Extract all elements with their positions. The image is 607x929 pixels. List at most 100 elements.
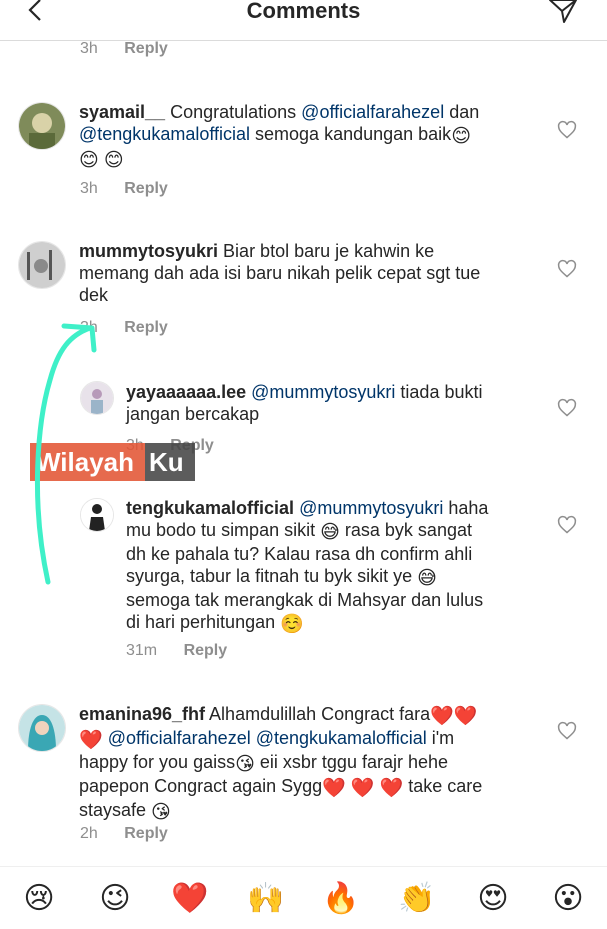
emoji-button-crying[interactable]: 😢: [19, 879, 59, 919]
comment-text-segment: di hari perhitungan: [126, 612, 281, 632]
comment-text-segment: tiada bukti: [395, 382, 483, 402]
comment-line: di hari perhitungan ☺️: [126, 611, 488, 635]
comment-text-segment: Alhamdulillah Congract fara: [205, 704, 431, 724]
comment-line: ❤️ @officialfarahezel @tengkukamaloffici…: [79, 727, 482, 751]
reply-button[interactable]: Reply: [124, 825, 168, 843]
comment-text-segment: semoga tak merangkak di Mahsyar dan lulu…: [126, 590, 484, 610]
emoji-button-heart[interactable]: ❤️: [170, 879, 210, 919]
comment-line: yayaaaaaa.lee @mummytosyukri tiada bukti: [126, 381, 482, 403]
avatar[interactable]: [18, 241, 66, 289]
avatar-mummytosyukri-icon: [19, 242, 65, 288]
comment-text-segment: rasa byk sangat: [339, 520, 472, 540]
emoji-button-surprised[interactable]: 😮: [548, 879, 588, 919]
comment-username[interactable]: syamail__: [79, 102, 165, 122]
comment-text-segment: haha: [443, 498, 489, 518]
emoji: 😅: [417, 568, 437, 589]
comment-line: mu bodo tu simpan sikit 😅 rasa byk sanga…: [126, 519, 488, 543]
comment-username[interactable]: mummytosyukri: [79, 241, 218, 261]
comment-time: 31m: [126, 642, 158, 659]
emoji: ❤️: [322, 778, 346, 799]
emoji: 😊: [79, 150, 99, 171]
comment-text-segment: memang dah ada isi baru nikah pelik cepa…: [79, 263, 481, 283]
comment-text-segment: staysafe: [79, 800, 152, 820]
mention-link[interactable]: @mummytosyukri: [299, 498, 443, 518]
comment-text: syamail__ Congratulations @officialfarah…: [79, 101, 479, 171]
emoji: 😊: [103, 150, 124, 171]
comment-line: semoga tak merangkak di Mahsyar dan lulu…: [126, 589, 488, 611]
comment-text-segment: syurga, tabur la fitnah tu byk sikit ye: [126, 566, 418, 586]
mention-link[interactable]: @mummytosyukri: [251, 382, 395, 402]
like-button[interactable]: [557, 721, 577, 741]
mention-link[interactable]: @officialfarahezel: [301, 102, 444, 122]
comment-username[interactable]: yayaaaaaa.lee: [126, 382, 246, 402]
comment-line: syurga, tabur la fitnah tu byk sikit ye …: [126, 565, 488, 589]
watermark: Wilayah Ku: [30, 443, 195, 481]
comment-meta: 2h Reply: [80, 825, 168, 843]
comment-line: dh ke pahala tu? Kalau rasa dh confirm a…: [126, 543, 488, 565]
reply-button[interactable]: Reply: [124, 40, 168, 58]
comment-line: @tengkukamalofficial semoga kandungan ba…: [79, 123, 479, 147]
comment-text-segment: eii xsbr tggu farajr hehe: [254, 752, 449, 772]
comment-text-segment: happy for you gaiss: [79, 752, 236, 772]
avatar[interactable]: [80, 498, 114, 532]
comment-text-segment: semoga kandungan baik: [250, 124, 452, 144]
emoji: ❤️: [350, 778, 375, 799]
mention-link[interactable]: @tengkukamalofficial: [79, 124, 250, 144]
emoji-button-clap[interactable]: 👏: [397, 879, 437, 919]
emoji: ❤️: [79, 730, 103, 751]
comment-line: memang dah ada isi baru nikah pelik cepa…: [79, 262, 480, 284]
like-button[interactable]: [557, 259, 577, 279]
comment-text-segment: i'm: [426, 728, 455, 748]
comment-line: tengkukamalofficial @mummytosyukri haha: [126, 497, 488, 519]
page-title: Comments: [246, 0, 361, 23]
avatar[interactable]: [18, 102, 66, 150]
emoji: 😅: [320, 522, 340, 543]
emoji: ❤️: [430, 706, 454, 727]
share-button[interactable]: [547, 0, 579, 26]
emoji-button-raised-hands[interactable]: 🙌: [246, 879, 286, 919]
comment-text: emanina96_fhf Alhamdulillah Congract far…: [79, 703, 482, 823]
watermark-part1: Wilayah: [30, 443, 145, 481]
emoji: ☺️: [280, 614, 304, 635]
comment-meta: 31m Reply: [126, 642, 227, 660]
comment-meta: 3h Reply: [80, 40, 168, 58]
comment-text-segment: papepon Congract again Sygg: [79, 776, 323, 796]
heart-outline-icon: [557, 721, 577, 740]
comment-meta: 3h Reply: [80, 180, 168, 198]
comment-username[interactable]: tengkukamalofficial: [126, 498, 294, 518]
emoji: ❤️: [453, 706, 478, 727]
comment-line: papepon Congract again Sygg❤️ ❤️ ❤️ take…: [79, 775, 482, 799]
comment-text-segment: dan: [444, 102, 480, 122]
mention-link[interactable]: @tengkukamalofficial: [256, 728, 427, 748]
emoji-button-wink[interactable]: 😉: [95, 879, 135, 919]
emoji: 😘: [235, 754, 255, 775]
avatar[interactable]: [80, 381, 114, 415]
like-button[interactable]: [557, 515, 577, 535]
avatar-emanina-icon: [19, 705, 65, 751]
heart-outline-icon: [557, 120, 577, 139]
comment-line: 😊 😊: [79, 147, 479, 171]
comment-text: tengkukamalofficial @mummytosyukri haha m…: [126, 497, 488, 635]
emoji: 😊: [451, 126, 471, 147]
avatar[interactable]: [18, 704, 66, 752]
comment-line: dek: [79, 284, 480, 306]
comment-line: emanina96_fhf Alhamdulillah Congract far…: [79, 703, 482, 727]
comment-username[interactable]: emanina96_fhf: [79, 704, 205, 724]
mention-link[interactable]: @officialfarahezel: [108, 728, 251, 748]
emoji-button-fire[interactable]: 🔥: [321, 879, 361, 919]
reply-button[interactable]: Reply: [124, 319, 168, 337]
comment-line: jangan bercakap: [126, 403, 482, 425]
reply-button[interactable]: Reply: [124, 180, 168, 198]
avatar-tengkukamal-icon: [81, 499, 113, 531]
reply-button[interactable]: Reply: [184, 642, 228, 660]
like-button[interactable]: [557, 120, 577, 140]
avatar-syamail-icon: [19, 103, 65, 149]
like-button[interactable]: [557, 398, 577, 418]
emoji-button-heart-eyes[interactable]: 😍: [473, 879, 513, 919]
heart-outline-icon: [557, 398, 577, 417]
emoji: ❤️: [379, 778, 404, 799]
comment-text-segment: dek: [79, 285, 109, 305]
comments-header: Comments: [0, 0, 607, 41]
comment-text-segment: Biar btol baru je kahwin ke: [218, 241, 435, 261]
comment-text-segment: mu bodo tu simpan sikit: [126, 520, 321, 540]
